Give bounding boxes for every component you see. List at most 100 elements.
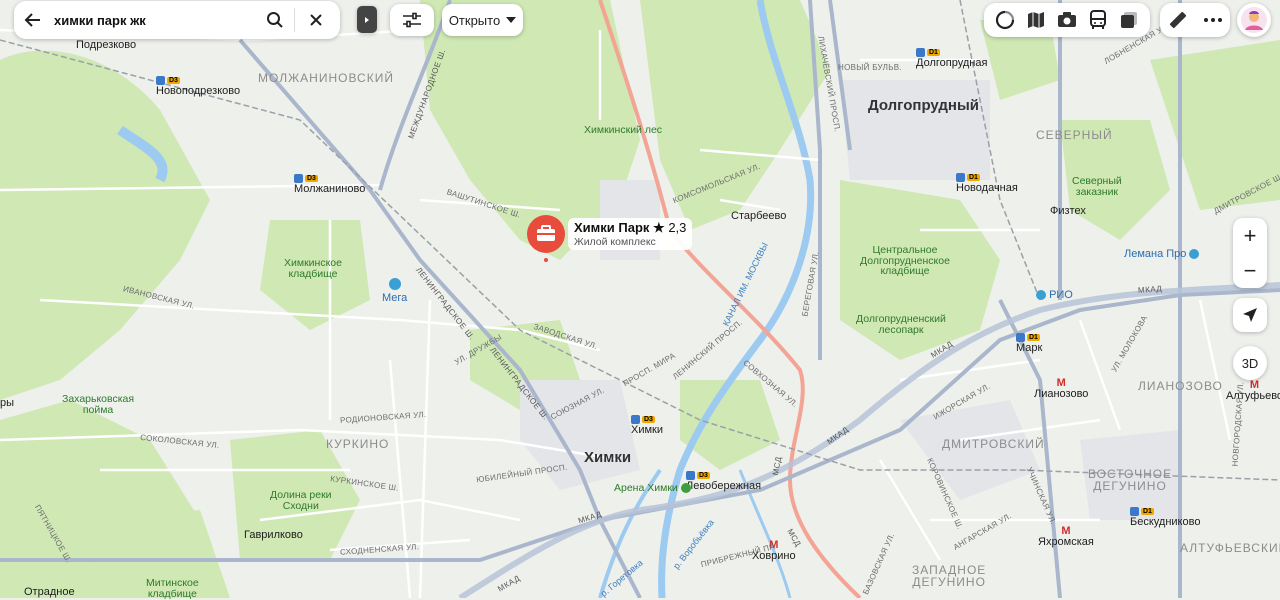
triangle-right-icon: [365, 16, 369, 23]
green-area-label: Химкинское кладбище: [284, 257, 342, 280]
search-icon: [267, 12, 283, 28]
zoom-in-button[interactable]: +: [1233, 218, 1267, 253]
poi-lemana[interactable]: Лемана Про: [1124, 248, 1200, 260]
poi-name: РИО: [1049, 289, 1073, 301]
sliders-icon: [403, 12, 421, 28]
station-name: Молжаниново: [294, 183, 366, 195]
open-now-label: Открыто: [448, 12, 501, 28]
layers-toolbar: [984, 3, 1150, 37]
more-icon: [1203, 18, 1222, 22]
district-label: ЛИАНОЗОВО: [1138, 379, 1223, 393]
open-now-filter[interactable]: Открыто: [442, 4, 523, 36]
station-name: Левобережная: [686, 480, 762, 492]
search-bar: [14, 1, 340, 39]
minus-icon: −: [1243, 257, 1257, 283]
location-pin[interactable]: [526, 214, 566, 262]
station-label: D1 Бескудниково: [1130, 506, 1200, 528]
locate-me-button[interactable]: [1233, 298, 1267, 332]
d1-line-badge-icon: D1: [1141, 507, 1154, 515]
train-station-icon: [294, 173, 303, 183]
search-button[interactable]: [256, 1, 294, 39]
panorama-button[interactable]: [1115, 6, 1143, 34]
pin-icon: [527, 215, 565, 262]
clear-search-button[interactable]: [295, 1, 337, 39]
station-label: D1 Новодачная: [956, 172, 1018, 194]
station-name: Марк: [1016, 342, 1043, 354]
camera-icon: [1057, 12, 1076, 27]
district-label: ЗАПАДНОЕ ДЕГУНИНО: [912, 563, 987, 589]
station-label: D1 Марк: [1016, 332, 1042, 354]
place-card[interactable]: Химки Парк ★ 2,3 Жилой комплекс: [568, 218, 693, 250]
place-title: Химки Парк: [574, 220, 650, 235]
station-label: D3 Новоподрезково: [156, 75, 240, 97]
station-name: Яхромская: [1038, 536, 1094, 548]
shopping-icon: [1036, 290, 1046, 301]
collapse-panel-button[interactable]: [357, 6, 377, 33]
metro-label: M Яхромская: [1038, 526, 1094, 548]
place-label: ры: [0, 397, 15, 409]
d1-line-badge-icon: D1: [927, 48, 940, 56]
poi-name: Лемана Про: [1124, 248, 1187, 260]
d3-line-badge-icon: D3: [697, 471, 710, 479]
station-name: Лианозово: [1034, 388, 1089, 400]
rating-value: 2,3: [668, 220, 687, 235]
chevron-down-icon: [506, 17, 517, 23]
user-avatar-button[interactable]: [1237, 3, 1271, 37]
d1-line-badge-icon: D1: [967, 173, 980, 181]
green-area-label: Северный заказник: [1072, 175, 1122, 198]
district-label: ДМИТРОВСКИЙ: [942, 437, 1045, 451]
district-label: СЕВЕРНЫЙ: [1036, 128, 1113, 142]
place-label: Гаврилково: [244, 529, 303, 541]
place-label: Отрадное: [24, 586, 75, 598]
place-subtitle: Жилой комплекс: [574, 236, 656, 248]
d1-line-badge-icon: D1: [1027, 333, 1040, 341]
more-button[interactable]: [1199, 6, 1227, 34]
station-label: D3 Химки: [631, 414, 663, 436]
map-layers-button[interactable]: [1022, 6, 1050, 34]
poi-mega[interactable]: Мега: [382, 278, 407, 304]
zoom-out-button[interactable]: −: [1233, 253, 1267, 288]
train-station-icon: [686, 470, 695, 480]
station-name: Новодачная: [956, 182, 1018, 194]
camera-button[interactable]: [1053, 6, 1081, 34]
traffic-button[interactable]: [991, 6, 1019, 34]
poi-rio[interactable]: РИО: [1036, 290, 1073, 301]
ruler-icon: [1169, 11, 1186, 29]
bus-icon: [1089, 10, 1106, 29]
ruler-button[interactable]: [1164, 6, 1192, 34]
green-area-label: Митинское кладбище: [146, 577, 199, 600]
poi-arena-khimki[interactable]: Арена Химки: [614, 483, 691, 494]
mode-3d-label: 3D: [1241, 355, 1259, 371]
transit-button[interactable]: [1084, 6, 1112, 34]
tools-toolbar: [1160, 3, 1230, 37]
green-area-label: Захарьковская пойма: [62, 393, 135, 416]
shopping-icon: [388, 278, 401, 290]
train-station-icon: [1130, 506, 1139, 516]
back-button[interactable]: [14, 1, 52, 39]
station-name: Долгопрудная: [916, 57, 988, 69]
green-area-label: Химкинский лес: [584, 124, 663, 136]
green-area-label: Центральное Долгопрудненское кладбище: [860, 244, 950, 277]
place-label: Старбеево: [731, 210, 787, 222]
station-label: D3 Левобережная: [686, 470, 761, 492]
close-icon: [310, 14, 322, 26]
highway-label: МКАД: [1137, 284, 1163, 295]
search-input[interactable]: [52, 11, 256, 29]
station-name: Новоподрезково: [156, 85, 241, 97]
stadium-icon: [680, 483, 691, 494]
district-label: АЛТУФЬЕВСКИЙ: [1180, 541, 1280, 555]
locate-arrow-icon: [1243, 308, 1257, 322]
district-label: ВОСТОЧНОЕ ДЕГУНИНО: [1088, 467, 1173, 493]
traffic-icon: [996, 10, 1015, 30]
place-label-text: Подрезково: [76, 39, 137, 51]
filters-button[interactable]: [390, 4, 434, 36]
poi-name: Арена Химки: [614, 482, 678, 494]
d3-line-badge-icon: D3: [642, 415, 655, 423]
mode-3d-button[interactable]: 3D: [1233, 346, 1267, 380]
street-label: НОВЫЙ БУЛЬВ.: [838, 63, 902, 72]
d3-line-badge-icon: D3: [305, 174, 318, 182]
shopping-icon: [1189, 249, 1200, 260]
train-station-icon: [956, 172, 965, 182]
layers-icon: [1028, 12, 1045, 28]
green-area-label: Долгопрудненский лесопарк: [856, 313, 946, 336]
